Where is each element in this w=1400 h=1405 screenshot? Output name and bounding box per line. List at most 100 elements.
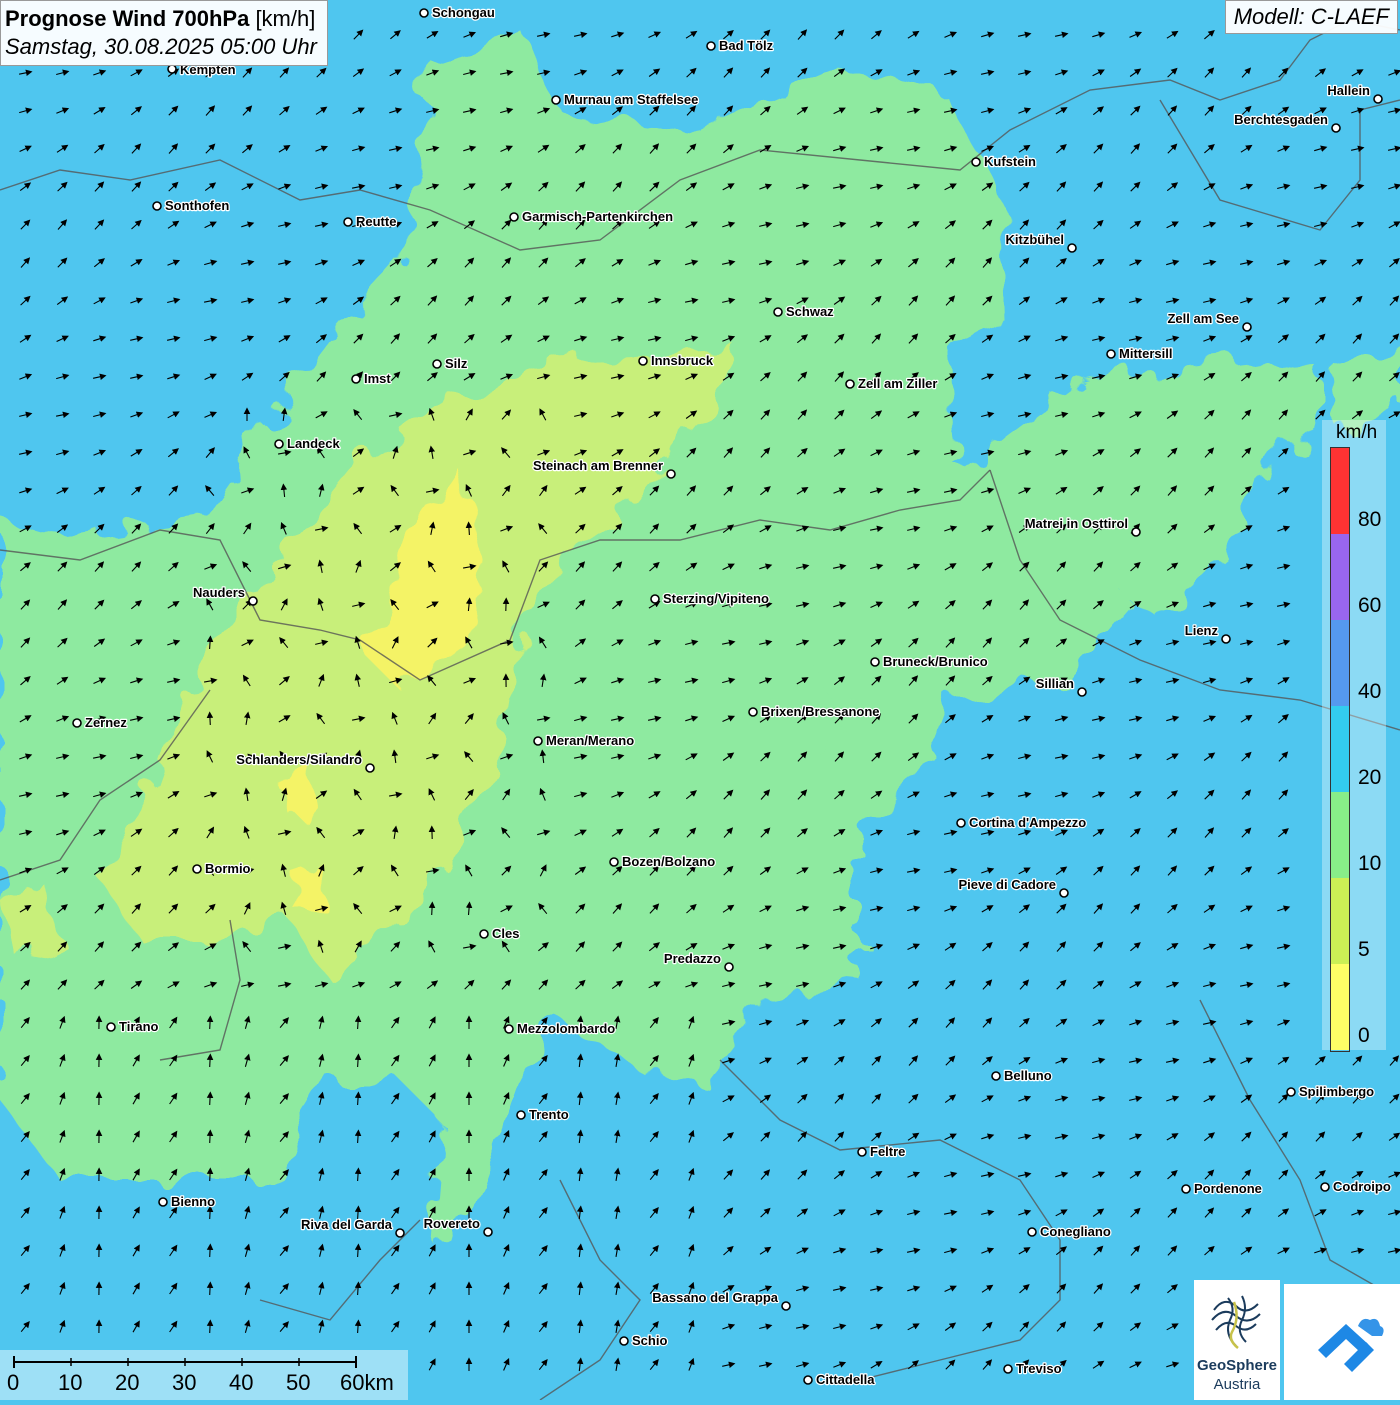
city-dot — [639, 357, 647, 365]
scale-label-0: 0 — [7, 1370, 19, 1396]
city-label: Schongau — [432, 5, 495, 20]
city-dot — [992, 1072, 1000, 1080]
city-dot — [153, 202, 161, 210]
city-dot — [707, 42, 715, 50]
city-dot — [1068, 244, 1076, 252]
wind-arrow — [210, 1055, 211, 1067]
scale-label-60km: 60km — [340, 1370, 394, 1396]
geosphere-logo-line1: GeoSphere — [1194, 1357, 1280, 1374]
city-dot — [510, 213, 518, 221]
city-dot — [651, 595, 659, 603]
wind-arrow — [210, 1321, 211, 1333]
city-dot — [480, 930, 488, 938]
legend-bar — [1330, 447, 1350, 1052]
scale-label-40: 40 — [229, 1370, 253, 1396]
city-label: Mittersill — [1119, 346, 1172, 361]
city-dot — [344, 218, 352, 226]
city-dot — [782, 1302, 790, 1310]
wind-arrow — [210, 1245, 211, 1257]
city-label: Cortina d'Ampezzo — [969, 815, 1086, 830]
city-label: Bruneck/Brunico — [883, 654, 988, 669]
city-dot — [1060, 889, 1068, 897]
city-dot — [620, 1337, 628, 1345]
city-label: Predazzo — [664, 951, 721, 966]
city-dot — [275, 440, 283, 448]
city-label: Mezzolombardo — [517, 1021, 615, 1036]
city-label: Innsbruck — [651, 353, 714, 368]
city-dot — [871, 658, 879, 666]
city-dot — [107, 1023, 115, 1031]
city-dot — [774, 308, 782, 316]
legend-swatch-60 — [1331, 534, 1349, 620]
city-label: Schio — [632, 1333, 667, 1348]
scale-bar-line — [0, 1350, 408, 1370]
city-dot — [1287, 1088, 1295, 1096]
wind-arrow — [210, 1017, 211, 1029]
city-dot — [1321, 1183, 1329, 1191]
legend-swatch-10 — [1331, 792, 1349, 878]
city-dot — [552, 96, 560, 104]
city-dot — [168, 65, 176, 73]
legend-label-60: 60 — [1358, 594, 1381, 618]
city-dot — [1243, 323, 1251, 331]
city-dot — [1028, 1228, 1036, 1236]
city-dot — [1078, 688, 1086, 696]
city-dot — [957, 819, 965, 827]
city-label: Reutte — [356, 214, 396, 229]
city-dot — [804, 1376, 812, 1384]
city-dot — [749, 708, 757, 716]
legend-label-80: 80 — [1358, 508, 1381, 532]
city-label: Rovereto — [424, 1216, 480, 1231]
scale-label-50: 50 — [286, 1370, 310, 1396]
wind-map: SchongauBad TölzKemptenMurnau am Staffel… — [0, 0, 1400, 1400]
city-dot — [193, 865, 201, 873]
city-label: Landeck — [287, 436, 341, 451]
city-dot — [1182, 1185, 1190, 1193]
city-dot — [1004, 1365, 1012, 1373]
city-dot — [1374, 95, 1382, 103]
city-label: Kufstein — [984, 154, 1036, 169]
city-label: Bassano del Grappa — [652, 1290, 778, 1305]
city-dot — [433, 360, 441, 368]
city-dot — [1332, 124, 1340, 132]
city-label: Belluno — [1004, 1068, 1052, 1083]
city-dot — [420, 9, 428, 17]
city-label: Sterzing/Vipiteno — [663, 591, 769, 606]
city-label: Pordenone — [1194, 1181, 1262, 1196]
city-label: Imst — [364, 371, 391, 386]
title-text: Prognose Wind 700hPa — [5, 6, 249, 31]
city-label: Trento — [529, 1107, 569, 1122]
city-label: Sillian — [1036, 676, 1074, 691]
city-dot — [517, 1111, 525, 1119]
legend-swatch-20 — [1331, 706, 1349, 792]
city-dot — [366, 764, 374, 772]
geosphere-emblem-icon — [1194, 1280, 1280, 1356]
legend-swatch-80 — [1331, 448, 1349, 534]
city-label: Murnau am Staffelsee — [564, 92, 698, 107]
city-dot — [352, 375, 360, 383]
geosphere-logo: GeoSphere Austria — [1194, 1280, 1280, 1400]
legend-label-20: 20 — [1358, 766, 1381, 790]
app-cloud-arrow-icon — [1284, 1284, 1400, 1400]
city-label: Hallein — [1327, 83, 1370, 98]
city-label: Zell am See — [1167, 311, 1239, 326]
legend-title: km/h — [1336, 422, 1377, 444]
legend-label-5: 5 — [1358, 938, 1370, 962]
city-label: Pieve di Cadore — [958, 877, 1056, 892]
title-unit: [km/h] — [255, 6, 315, 31]
color-legend: km/h 80 60 40 20 10 5 0 — [1322, 420, 1386, 1050]
city-dot — [73, 719, 81, 727]
legend-swatch-40 — [1331, 620, 1349, 706]
wind-arrow — [210, 1131, 211, 1143]
city-label: Meran/Merano — [546, 733, 634, 748]
city-dot — [1132, 528, 1140, 536]
city-label: Sonthofen — [165, 198, 229, 213]
city-label: Silz — [445, 356, 468, 371]
city-label: Feltre — [870, 1144, 905, 1159]
city-dot — [610, 858, 618, 866]
map-title: Prognose Wind 700hPa [km/h] — [5, 5, 317, 33]
city-label: Conegliano — [1040, 1224, 1111, 1239]
city-dot — [846, 380, 854, 388]
city-dot — [1107, 350, 1115, 358]
city-label: Bozen/Bolzano — [622, 854, 715, 869]
